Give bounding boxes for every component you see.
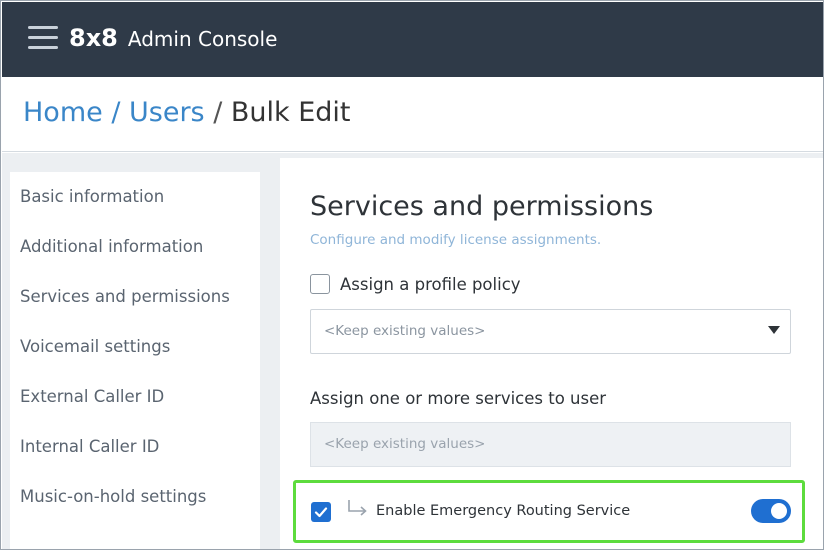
page-title: Services and permissions <box>310 191 654 222</box>
breadcrumb-users-link[interactable]: Users <box>129 97 205 128</box>
breadcrumb-current: Bulk Edit <box>230 97 351 128</box>
sub-item-arrow-icon <box>348 500 367 516</box>
profile-policy-checkbox[interactable] <box>310 274 330 294</box>
profile-policy-label: Assign a profile policy <box>340 274 521 294</box>
breadcrumb-separator: / <box>204 97 231 128</box>
nav-item-voicemail-settings[interactable]: Voicemail settings <box>20 337 170 356</box>
section-nav: Basic information Additional information… <box>10 172 260 549</box>
app-title: Admin Console <box>127 27 278 51</box>
breadcrumb-bar: Home / Users / Bulk Edit <box>2 77 823 152</box>
nav-item-music-on-hold-settings[interactable]: Music-on-hold settings <box>20 487 206 506</box>
emergency-routing-row: Enable Emergency Routing Service <box>293 480 805 543</box>
profile-policy-select[interactable]: <Keep existing values> <box>310 309 791 354</box>
top-navbar: 8x8 Admin Console <box>2 2 823 77</box>
nav-item-services-and-permissions[interactable]: Services and permissions <box>20 287 230 306</box>
hamburger-menu-icon[interactable] <box>28 26 58 50</box>
emergency-routing-checkbox[interactable] <box>311 502 331 522</box>
profile-policy-row: Assign a profile policy <box>310 274 521 294</box>
breadcrumb-home-link[interactable]: Home <box>23 97 103 128</box>
app-window: 8x8 Admin Console Home / Users / Bulk Ed… <box>0 0 824 550</box>
nav-item-external-caller-id[interactable]: External Caller ID <box>20 387 164 406</box>
services-label: Assign one or more services to user <box>310 389 607 408</box>
caret-down-icon <box>768 326 780 334</box>
breadcrumb: Home / Users / Bulk Edit <box>23 97 351 128</box>
services-field-value: <Keep existing values> <box>324 436 486 452</box>
toggle-knob <box>771 503 787 519</box>
emergency-routing-label: Enable Emergency Routing Service <box>376 503 631 519</box>
nav-item-internal-caller-id[interactable]: Internal Caller ID <box>20 437 159 456</box>
page-subtitle: Configure and modify license assignments… <box>310 232 602 248</box>
checkmark-icon <box>314 507 328 518</box>
nav-item-basic-information[interactable]: Basic information <box>20 187 164 206</box>
nav-item-additional-information[interactable]: Additional information <box>20 237 203 256</box>
brand[interactable]: 8x8 Admin Console <box>69 24 277 52</box>
services-field: <Keep existing values> <box>310 422 791 467</box>
breadcrumb-separator: / <box>102 97 129 128</box>
profile-policy-select-value: <Keep existing values> <box>324 323 486 339</box>
emergency-routing-toggle[interactable] <box>751 499 791 523</box>
brand-logo: 8x8 <box>69 24 118 52</box>
